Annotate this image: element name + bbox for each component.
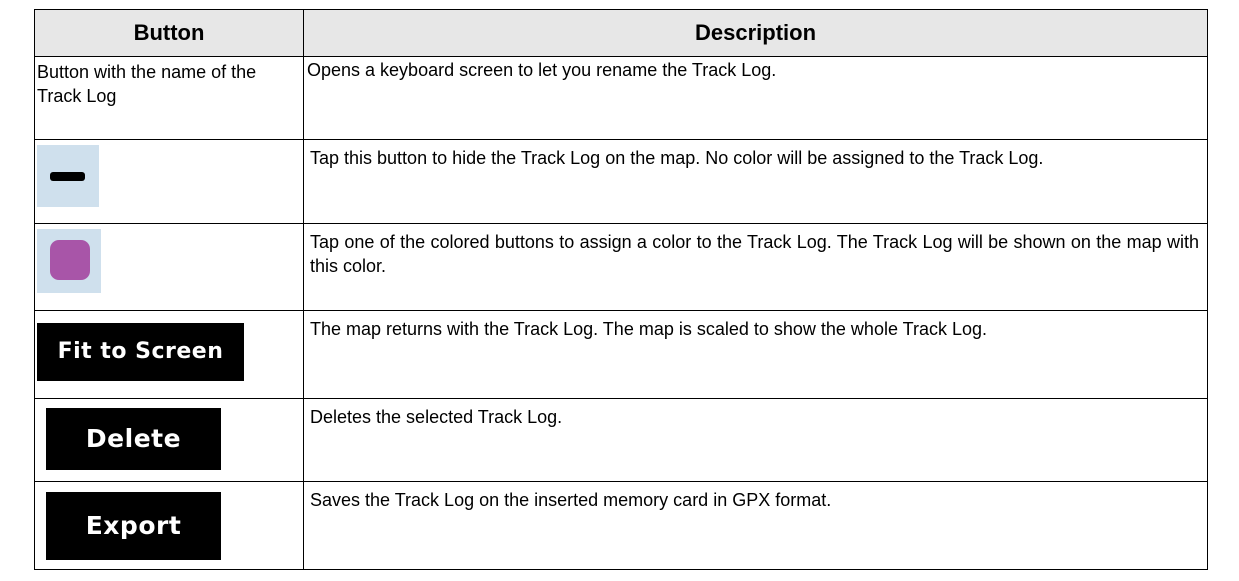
header-button: Button	[34, 9, 304, 57]
description-text: The map returns with the Track Log. The …	[310, 319, 988, 339]
button-cell	[34, 139, 304, 224]
fit-to-screen-button: Fit to Screen	[37, 323, 244, 381]
description-cell: Deletes the selected Track Log.	[303, 398, 1208, 482]
export-button: Export	[46, 492, 221, 560]
description-cell: Tap this button to hide the Track Log on…	[303, 139, 1208, 224]
button-description-table: Button Description Button with the name …	[34, 9, 1208, 570]
button-cell	[34, 223, 304, 311]
header-row: Button Description	[34, 9, 1208, 57]
description-cell: The map returns with the Track Log. The …	[303, 310, 1208, 399]
minus-icon	[50, 172, 85, 181]
button-cell: Button with the name of the Track Log	[34, 56, 304, 140]
table-row: Tap this button to hide the Track Log on…	[34, 139, 1208, 224]
description-cell: Saves the Track Log on the inserted memo…	[303, 481, 1208, 570]
description-text: Tap this button to hide the Track Log on…	[310, 148, 1044, 168]
table-row: Button with the name of the Track Log Op…	[34, 56, 1208, 140]
description-text: Tap one of the colored buttons to assign…	[310, 232, 1199, 276]
table-row: Fit to Screen The map returns with the T…	[34, 310, 1208, 399]
description-text: Opens a keyboard screen to let you renam…	[307, 60, 777, 80]
table-row: Tap one of the colored buttons to assign…	[34, 223, 1208, 311]
table-row: Export Saves the Track Log on the insert…	[34, 481, 1208, 570]
description-cell: Tap one of the colored buttons to assign…	[303, 223, 1208, 311]
color-button	[37, 229, 101, 293]
description-text: Deletes the selected Track Log.	[310, 407, 563, 427]
button-cell: Fit to Screen	[34, 310, 304, 399]
delete-button: Delete	[46, 408, 221, 470]
hide-track-log-button	[37, 145, 99, 207]
description-text: Saves the Track Log on the inserted memo…	[310, 490, 832, 510]
color-swatch-icon	[50, 240, 90, 280]
button-cell: Delete	[34, 398, 304, 482]
table-row: Delete Deletes the selected Track Log.	[34, 398, 1208, 482]
header-description: Description	[303, 9, 1208, 57]
description-cell: Opens a keyboard screen to let you renam…	[303, 56, 1208, 140]
button-cell: Export	[34, 481, 304, 570]
track-log-name-text: Button with the name of the Track Log	[37, 62, 257, 106]
